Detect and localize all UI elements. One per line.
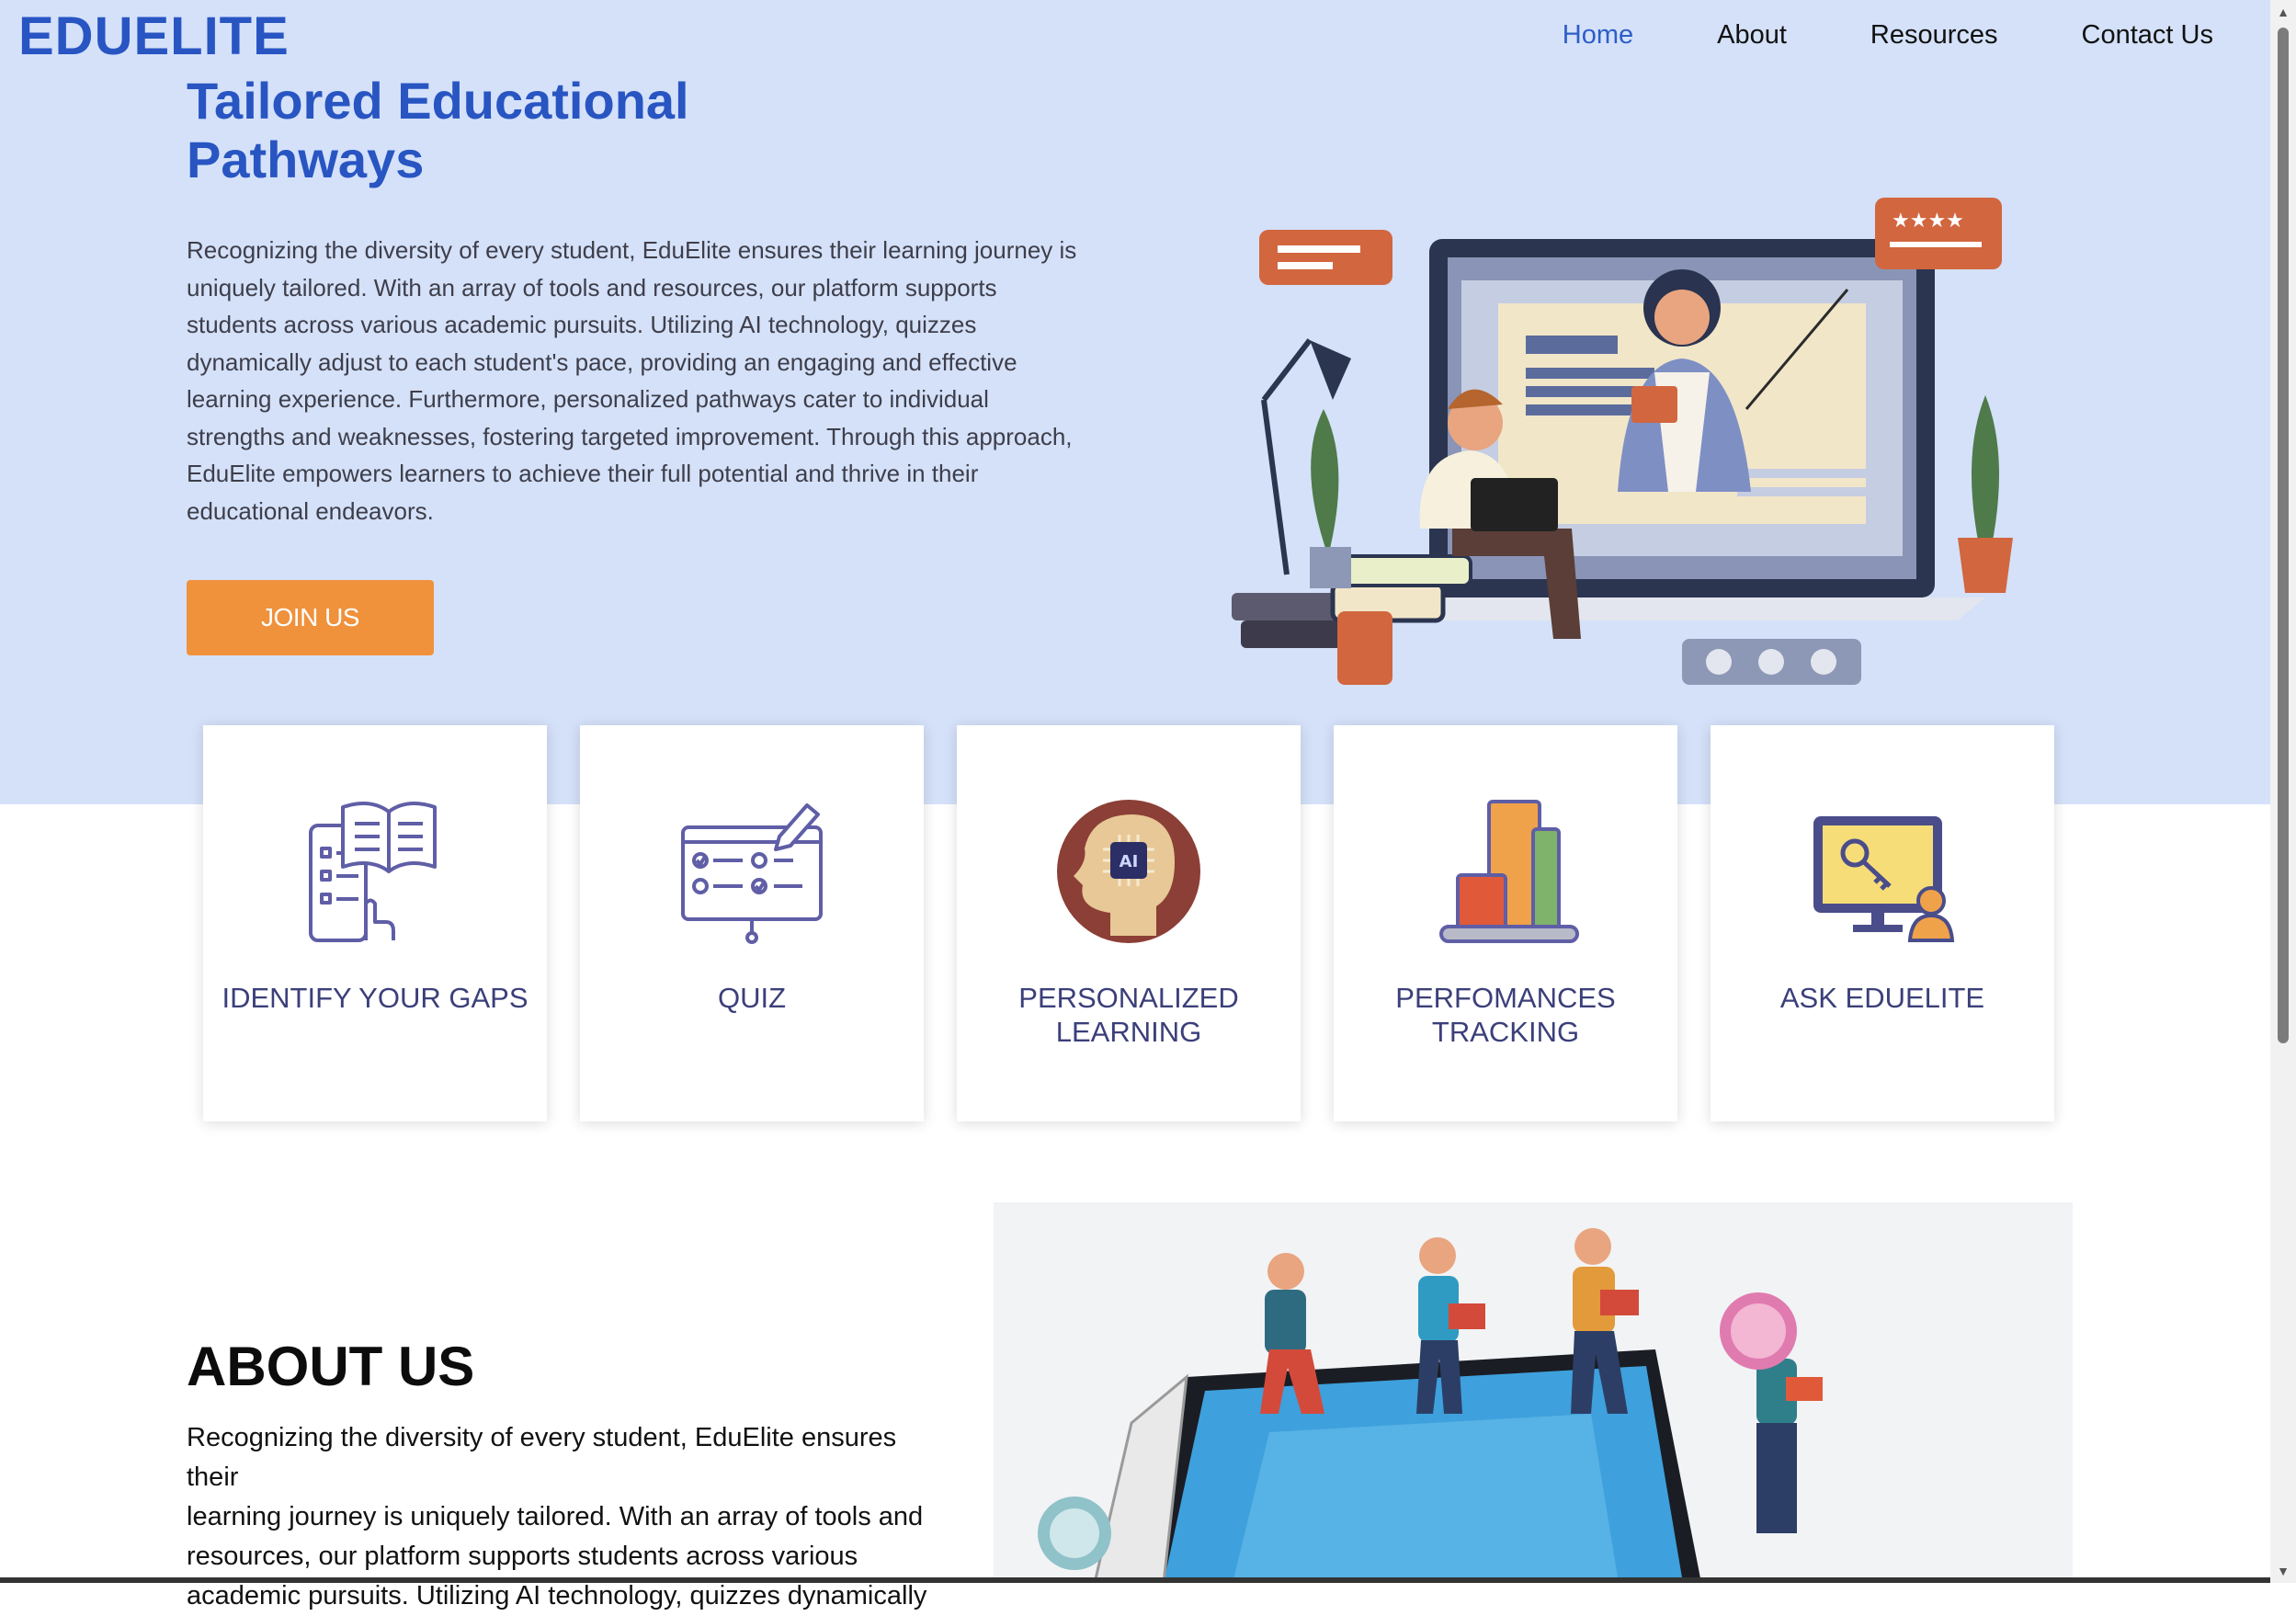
feature-label: ASK EDUELITE (1720, 981, 2045, 1015)
feature-label-line-1: PERFOMANCES (1395, 982, 1616, 1014)
feature-label: PERSONALIZED LEARNING (966, 981, 1291, 1049)
feature-label: PERFOMANCES TRACKING (1343, 981, 1668, 1049)
hero-text-line: dynamically adjust to each student's pac… (187, 347, 1017, 376)
hero-text-line: students across various academic pursuit… (187, 311, 977, 338)
book-checklist-icon (309, 802, 437, 942)
feature-label: IDENTIFY YOUR GAPS (212, 981, 538, 1015)
scroll-down-arrow-icon[interactable]: ▼ (2270, 1559, 2296, 1583)
main-nav: Home About Resources Contact Us (1563, 20, 2213, 51)
about-title: ABOUT US (187, 1336, 475, 1397)
nav-resources-link[interactable]: Resources (1870, 20, 1998, 51)
join-us-button[interactable]: JOIN US (187, 580, 434, 655)
nav-home-link[interactable]: Home (1563, 20, 1633, 51)
about-paragraph: Recognizing the diversity of every stude… (187, 1418, 949, 1616)
hero-text-line: EduElite empowers learners to achieve th… (187, 460, 979, 487)
feature-card-performance-tracking[interactable]: PERFOMANCES TRACKING (1334, 725, 1677, 1121)
feature-label: QUIZ (589, 981, 915, 1015)
vertical-scrollbar[interactable]: ▲ ▼ (2270, 0, 2296, 1583)
feature-card-ask-eduelite[interactable]: ASK EDUELITE (1711, 725, 2054, 1121)
nav-contact-link[interactable]: Contact Us (2082, 20, 2213, 51)
scroll-up-arrow-icon[interactable]: ▲ (2270, 0, 2296, 24)
feature-label-line-2: LEARNING (1055, 1016, 1202, 1048)
svg-text:★★★★: ★★★★ (1892, 210, 1964, 233)
scrollbar-thumb[interactable] (2278, 28, 2289, 1043)
hero-title: Tailored Educational Pathways (187, 72, 738, 189)
key-monitor-icon (1813, 816, 1955, 942)
window-bottom-edge (0, 1577, 2270, 1583)
about-illustration-art (1038, 1228, 1823, 1583)
nav-about-link[interactable]: About (1717, 20, 1787, 51)
site-logo[interactable]: EDUELITE (18, 6, 290, 67)
about-text-line: resources, our platform supports student… (187, 1542, 858, 1571)
feature-card-quiz[interactable]: QUIZ (580, 725, 924, 1121)
feature-label-line-1: QUIZ (717, 982, 787, 1014)
hero-text-line: educational endeavors. (187, 496, 434, 525)
hero-text-line: Recognizing the diversity of every stude… (187, 236, 1077, 264)
svg-text:AI: AI (1120, 852, 1139, 871)
feature-cards: IDENTIFY YOUR GAPS QUIZ AI PERSONALIZED … (203, 725, 2054, 1121)
quiz-monitor-icon (681, 803, 823, 944)
feature-label-line-2: TRACKING (1431, 1016, 1580, 1048)
feature-label-line-1: IDENTIFY YOUR GAPS (222, 982, 529, 1014)
hero-title-line-1: Tailored Educational (187, 72, 689, 130)
feature-card-personalized-learning[interactable]: AI PERSONALIZED LEARNING (957, 725, 1301, 1121)
bar-chart-icon (1439, 800, 1579, 943)
hero-text-line: strengths and weaknesses, fostering targ… (187, 422, 1073, 450)
ai-head-icon: AI (1057, 800, 1200, 943)
students-on-tablet-illustration (994, 1202, 2073, 1583)
feature-label-line-1: ASK EDUELITE (1779, 982, 1985, 1014)
feature-label-line-1: PERSONALIZED (1018, 982, 1239, 1014)
hero-title-line-2: Pathways (187, 131, 425, 188)
about-text-line: learning journey is uniquely tailored. W… (187, 1502, 924, 1531)
hero-text-line: learning experience. Furthermore, person… (187, 385, 989, 413)
hero-paragraph: Recognizing the diversity of every stude… (187, 232, 1106, 529)
about-text-line: Recognizing the diversity of every stude… (187, 1423, 897, 1492)
feature-card-identify-gaps[interactable]: IDENTIFY YOUR GAPS (203, 725, 547, 1121)
online-teacher-illustration: ★★★★ (1232, 198, 2013, 685)
hero-text-line: uniquely tailored. With an array of tool… (187, 273, 997, 302)
about-text-line: academic pursuits. Utilizing AI technolo… (187, 1581, 927, 1610)
